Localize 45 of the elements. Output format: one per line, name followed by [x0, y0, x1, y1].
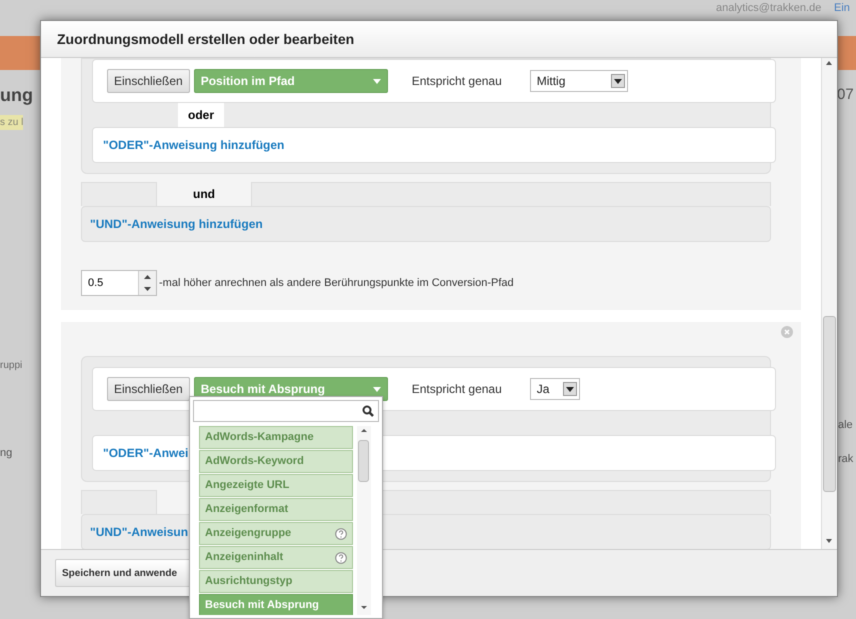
caret-icon [566, 386, 574, 392]
add-or-link[interactable]: "ODER"-Anweisung hinzufügen [103, 136, 284, 154]
dropdown-option[interactable]: Anzeigenformat [199, 498, 353, 521]
account-email: analytics@trakken.de [716, 1, 822, 16]
include-button[interactable]: Einschließen [107, 69, 190, 93]
caret-icon [614, 78, 622, 84]
help-icon[interactable] [335, 552, 347, 564]
search-field[interactable] [193, 400, 379, 422]
header-link[interactable]: Ein [834, 0, 850, 16]
down-arrow-icon[interactable] [144, 287, 151, 291]
dropdown-option[interactable]: Anzeigengruppe [199, 522, 353, 545]
dropdown-option[interactable]: Ausrichtungstyp [199, 570, 353, 593]
add-and-link[interactable]: "UND"-Anweisun [90, 523, 188, 541]
match-select[interactable]: Mittig [530, 70, 628, 92]
include-button[interactable]: Einschließen [107, 377, 190, 401]
dropdown-option[interactable]: AdWords-Keyword [199, 450, 353, 473]
background-text: ale [838, 418, 854, 432]
match-label: Entspricht genau [412, 381, 503, 398]
weight-description: -mal höher anrechnen als andere Berührungspunkte im Conversion-Pfad [159, 276, 514, 291]
background-text: ruppi [0, 359, 24, 373]
and-label: und [193, 186, 215, 203]
background-text: rak [838, 452, 854, 467]
help-icon[interactable] [335, 528, 347, 540]
dropdown-option[interactable]: Besuch mit Absprung [199, 594, 353, 615]
add-and-link[interactable]: "UND"-Anweisung hinzufügen [90, 215, 263, 233]
background-text: s zu l [0, 115, 24, 130]
dialog-title: Zuordnungsmodell erstellen oder bearbeiten [57, 30, 354, 49]
match-label: Entspricht genau [412, 73, 503, 90]
match-select[interactable]: Ja [530, 378, 580, 400]
background-text: ung [0, 84, 34, 107]
dropdown-option[interactable]: Angezeigte URL [199, 474, 353, 497]
up-arrow-icon[interactable] [144, 275, 151, 279]
add-or-link[interactable]: "ODER"-Anwei [103, 444, 188, 462]
search-icon [362, 405, 374, 417]
scrollbar[interactable] [821, 58, 837, 549]
caret-icon [372, 386, 381, 392]
caret-icon [372, 78, 381, 84]
dropdown-scrollbar[interactable] [357, 426, 371, 615]
dropdown-option[interactable]: AdWords-Kampagne [199, 426, 353, 449]
weight-spinner[interactable]: 0.5 [81, 270, 157, 296]
background-text: ng [0, 446, 14, 461]
or-label: oder [178, 103, 224, 127]
dropdown-option[interactable]: Anzeigeninhalt [199, 546, 353, 569]
dimension-select[interactable]: Position im Pfad [194, 69, 388, 93]
background-text: 07 [837, 85, 854, 105]
